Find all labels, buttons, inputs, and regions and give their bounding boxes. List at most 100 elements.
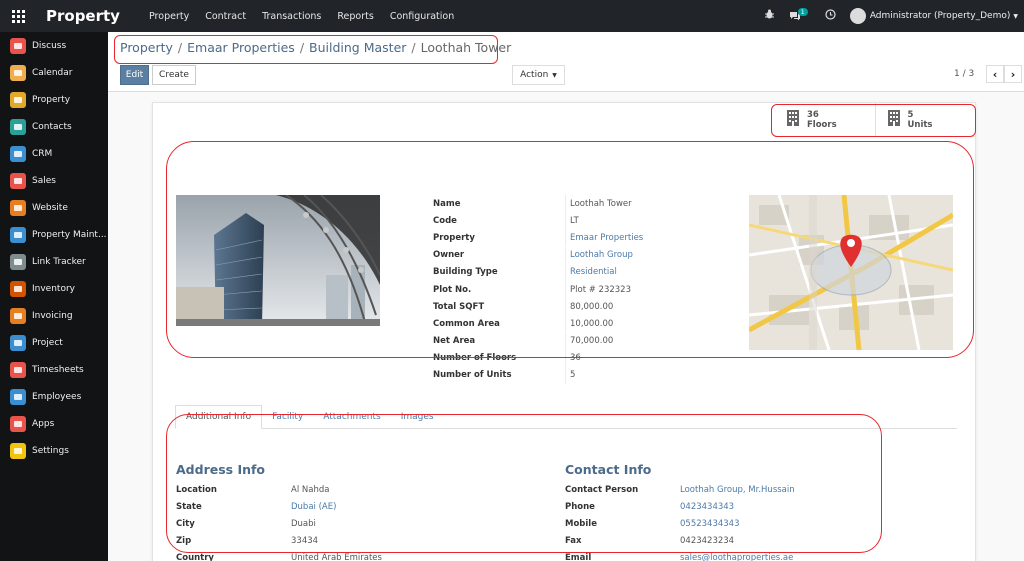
units-label: Units [907, 119, 933, 130]
project-icon [10, 334, 26, 351]
contact-info-title: Contact Info [565, 462, 652, 477]
sidebar-item-timesheets[interactable]: Timesheets [0, 356, 108, 383]
field-value[interactable]: Emaar Properties [565, 229, 643, 247]
sidebar-item-label: CRM [32, 148, 53, 159]
avatar [849, 8, 866, 24]
contact-label: Mobile [565, 518, 597, 529]
field-label: Building Type [433, 267, 498, 278]
contact-value[interactable]: 05523434343 [680, 519, 740, 529]
menu-reports[interactable]: Reports [337, 11, 373, 22]
field-label: Net Area [433, 336, 476, 347]
field-label: Owner [433, 250, 465, 261]
create-button[interactable]: Create [152, 65, 196, 85]
contact-row: Phone 0423434343 [565, 498, 795, 515]
sidebar-item-settings[interactable]: Settings [0, 437, 108, 464]
sidebar-item-property[interactable]: Property [0, 86, 108, 113]
invoicing-icon [10, 307, 26, 324]
field-row: Number of Floors 36 [433, 349, 643, 367]
contact-value[interactable]: 0423434343 [680, 502, 734, 512]
sidebar-item-employees[interactable]: Employees [0, 383, 108, 410]
units-smart-button[interactable]: 5 Units [874, 103, 976, 136]
address-row: City Duabi [176, 515, 382, 532]
sidebar-item-label: Property Maint... [32, 229, 107, 240]
tab-images[interactable]: Images [391, 405, 444, 429]
address-value[interactable]: Dubai (AE) [291, 502, 336, 512]
address-label: City [176, 518, 195, 529]
sidebar-item-label: Calendar [32, 67, 73, 78]
edit-button[interactable]: Edit [120, 65, 149, 85]
app-grid-icon[interactable] [0, 9, 36, 23]
clock-icon[interactable] [825, 9, 836, 23]
breadcrumb-separator: / [177, 40, 183, 55]
chat-notification-icon[interactable]: 1 [789, 8, 811, 21]
pager-value: 1 / 3 [954, 69, 975, 79]
field-value: 5 [565, 366, 575, 384]
menu-property[interactable]: Property [149, 11, 189, 22]
sidebar-item-sales[interactable]: Sales [0, 167, 108, 194]
chat-icon [10, 37, 26, 54]
bug-icon[interactable] [764, 9, 775, 23]
form-tabs: Additional Info Facility Attachments Ima… [175, 405, 957, 429]
address-info-title: Address Info [176, 462, 266, 477]
tab-facility[interactable]: Facility [262, 405, 313, 429]
address-value: United Arab Emirates [291, 553, 382, 561]
caret-down-icon: ▼ [552, 71, 557, 79]
address-row: Zip 33434 [176, 533, 382, 550]
menu-contract[interactable]: Contract [205, 11, 246, 22]
field-value: 70,000.00 [565, 332, 613, 350]
location-map[interactable] [749, 195, 953, 350]
building-icon [887, 110, 900, 129]
sidebar-item-label: Discuss [32, 40, 67, 51]
address-value: 33434 [291, 536, 319, 547]
sidebar-item-website[interactable]: Website [0, 194, 108, 221]
pager-next-button[interactable]: › [1004, 65, 1022, 83]
sidebar-item-contacts[interactable]: Contacts [0, 113, 108, 140]
breadcrumb-property[interactable]: Property [120, 40, 173, 55]
building-icon [787, 110, 799, 129]
sidebar-item-label: Contacts [32, 121, 72, 132]
address-label: State [176, 501, 202, 512]
menu-configuration[interactable]: Configuration [390, 11, 454, 22]
sidebar-item-link-tracker[interactable]: Link Tracker [0, 248, 108, 275]
sidebar-item-calendar[interactable]: Calendar [0, 59, 108, 86]
sidebar-item-crm[interactable]: CRM [0, 140, 108, 167]
sales-icon [10, 172, 26, 189]
control-panel: Property / Emaar Properties / Building Maste… [108, 32, 1024, 92]
inventory-icon [10, 280, 26, 297]
link-icon [10, 253, 26, 270]
contact-value[interactable]: sales@loothaproperties.ae [680, 553, 793, 561]
field-row: Name Loothah Tower [433, 195, 643, 213]
field-label: Total SQFT [433, 301, 485, 312]
contact-row: Contact Person Loothah Group, Mr.Hussain [565, 481, 795, 498]
field-value[interactable]: Residential [565, 263, 617, 281]
sidebar-item-apps[interactable]: Apps [0, 410, 108, 437]
crm-icon [10, 145, 26, 162]
user-menu[interactable]: Administrator (Property_Demo) ▼ [849, 8, 1018, 24]
pager-previous-button[interactable]: ‹ [986, 65, 1004, 83]
contact-row: Email sales@loothaproperties.ae [565, 550, 795, 561]
field-value: 80,000.00 [565, 298, 613, 316]
sidebar-item-discuss[interactable]: Discuss [0, 32, 108, 59]
sidebar-item-label: Employees [32, 391, 82, 402]
field-row: Number of Units 5 [433, 366, 643, 384]
sidebar-item-invoicing[interactable]: Invoicing [0, 302, 108, 329]
sidebar-item-project[interactable]: Project [0, 329, 108, 356]
sidebar-item-inventory[interactable]: Inventory [0, 275, 108, 302]
maintenance-icon [10, 226, 26, 243]
action-dropdown[interactable]: Action ▼ [512, 65, 565, 85]
tab-attachments[interactable]: Attachments [313, 405, 390, 429]
app-brand: Property [46, 7, 120, 25]
field-value: LT [565, 212, 579, 230]
breadcrumb-emaar-properties[interactable]: Emaar Properties [187, 40, 295, 55]
field-value[interactable]: Loothah Group [565, 246, 633, 264]
sidebar-item-property-maint[interactable]: Property Maint... [0, 221, 108, 248]
systray: 1 Administrator (Property_Demo) ▼ [764, 0, 1018, 32]
building-fields: Name Loothah Tower Code LT Property Emaar Pro… [433, 195, 643, 384]
tab-additional-info[interactable]: Additional Info [175, 405, 263, 429]
contact-row: Fax 0423423234 [565, 533, 795, 550]
field-label: Plot No. [433, 284, 472, 295]
floors-smart-button[interactable]: 36 Floors [775, 103, 875, 136]
breadcrumb-building-master[interactable]: Building Master [309, 40, 406, 55]
menu-transactions[interactable]: Transactions [262, 11, 321, 22]
contact-value[interactable]: Loothah Group, Mr.Hussain [680, 485, 795, 495]
